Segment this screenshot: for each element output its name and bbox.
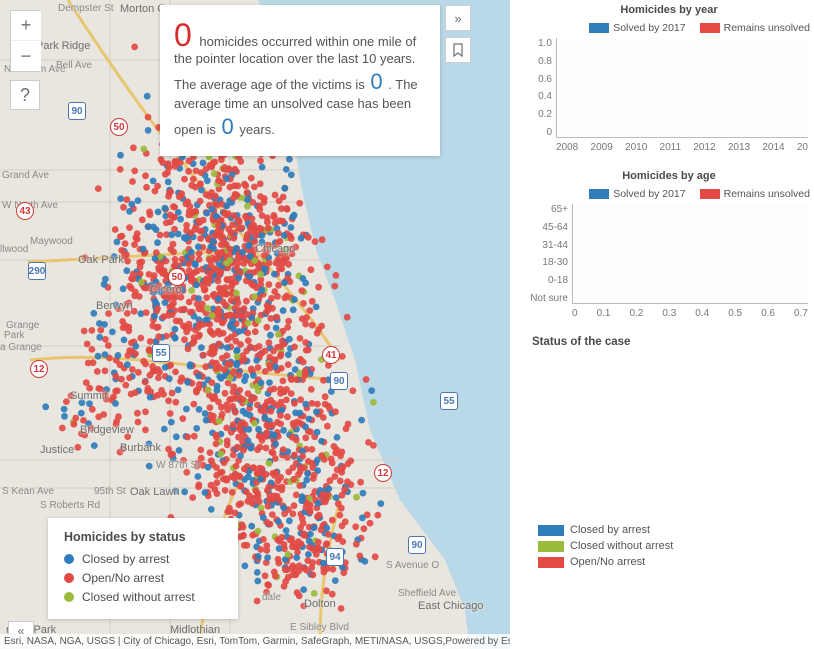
legend-row: Open/No arrest bbox=[538, 556, 814, 568]
chart-by-year-legend: Solved by 2017 Remains unsolved bbox=[524, 22, 814, 34]
zoom-out-button[interactable]: − bbox=[11, 41, 41, 71]
map-attribution: Esri, NASA, NGA, USGS | City of Chicago,… bbox=[0, 634, 510, 649]
legend-dot bbox=[64, 592, 74, 602]
legend-swatch bbox=[538, 541, 564, 552]
axis-tick: 0.2 bbox=[522, 109, 552, 120]
open-years: 0 bbox=[220, 114, 236, 139]
axis-tick: 0.3 bbox=[662, 308, 676, 324]
axis-tick: 0.6 bbox=[522, 74, 552, 85]
axis-tick: 0 bbox=[572, 308, 578, 324]
axis-tick: 0.7 bbox=[794, 308, 808, 324]
axis-tick: 0.1 bbox=[597, 308, 611, 324]
legend-label: Closed without arrest bbox=[570, 540, 673, 552]
chart-panel: Homicides by year Solved by 2017 Remains… bbox=[510, 0, 814, 649]
chart-by-age: Homicides by age Solved by 2017 Remains … bbox=[524, 170, 814, 324]
axis-tick: Not sure bbox=[522, 293, 568, 304]
map-legend: Homicides by status Closed by arrest Open… bbox=[48, 518, 238, 619]
axis-tick: 65+ bbox=[522, 204, 568, 215]
chart-status-legend: Closed by arrest Closed without arrest Ope… bbox=[524, 524, 814, 568]
axis-tick: 0.5 bbox=[728, 308, 742, 324]
axis-tick: 2013 bbox=[728, 142, 750, 158]
axis-tick: 2014 bbox=[762, 142, 784, 158]
legend-row: Closed by arrest bbox=[538, 524, 814, 536]
legend-label: Closed without arrest bbox=[82, 590, 195, 604]
chart-by-year-plot[interactable]: 1.00.80.60.40.20 20082009201020112012201… bbox=[556, 38, 814, 158]
chart-status-plot[interactable] bbox=[524, 348, 814, 518]
legend-swatch bbox=[538, 557, 564, 568]
legend-row: Closed without arrest bbox=[538, 540, 814, 552]
map-legend-title: Homicides by status bbox=[64, 530, 222, 544]
legend-row: Closed without arrest bbox=[64, 590, 222, 604]
axis-tick: 0.2 bbox=[629, 308, 643, 324]
axis-tick: 1.0 bbox=[522, 38, 552, 49]
chart-status-title: Status of the case bbox=[532, 336, 814, 348]
map-zoom-controls: + − ? bbox=[10, 10, 40, 110]
help-button[interactable]: ? bbox=[10, 80, 40, 110]
axis-tick: 0.4 bbox=[695, 308, 709, 324]
legend-swatch bbox=[538, 525, 564, 536]
legend-row: Open/No arrest bbox=[64, 571, 222, 585]
axis-tick: 2008 bbox=[556, 142, 578, 158]
axis-tick: 0.4 bbox=[522, 91, 552, 102]
info-text-3: years. bbox=[239, 122, 274, 137]
attribution-powered: Powered by Esri bbox=[445, 636, 510, 647]
legend-swatch bbox=[700, 23, 720, 33]
legend-label: Open/No arrest bbox=[82, 571, 164, 585]
axis-tick: 31-44 bbox=[522, 240, 568, 251]
chart-by-age-plot[interactable]: 65+45-6431-4418-300-18Not sure 00.10.20.… bbox=[572, 204, 814, 324]
avg-age: 0 bbox=[368, 69, 384, 94]
zoom-in-button[interactable]: + bbox=[11, 11, 41, 41]
axis-tick: 2011 bbox=[660, 142, 682, 158]
axis-tick: 45-64 bbox=[522, 222, 568, 233]
legend-row: Closed by arrest bbox=[64, 552, 222, 566]
collapse-card-button[interactable]: » bbox=[445, 5, 471, 31]
chart-by-year-title: Homicides by year bbox=[524, 4, 814, 16]
axis-tick: 2010 bbox=[625, 142, 647, 158]
map-panel[interactable]: Dempster StMorton GroveSkokiePark RidgeN… bbox=[0, 0, 510, 649]
axis-tick: 20 bbox=[797, 142, 808, 158]
info-card: 0 homicides occurred within one mile of … bbox=[160, 5, 440, 156]
legend-dot bbox=[64, 554, 74, 564]
legend-label: Closed by arrest bbox=[570, 524, 650, 536]
bookmark-button[interactable] bbox=[445, 37, 471, 63]
axis-tick: 18-30 bbox=[522, 257, 568, 268]
chart-by-age-legend: Solved by 2017 Remains unsolved bbox=[524, 188, 814, 200]
axis-tick: 0 bbox=[522, 127, 552, 138]
axis-tick: 0-18 bbox=[522, 275, 568, 286]
legend-swatch bbox=[700, 189, 720, 199]
axis-tick: 0.8 bbox=[522, 56, 552, 67]
homicide-count: 0 bbox=[174, 17, 192, 53]
axis-tick: 2009 bbox=[591, 142, 613, 158]
legend-swatch bbox=[589, 23, 609, 33]
chart-by-year: Homicides by year Solved by 2017 Remains… bbox=[524, 4, 814, 158]
legend-label: Open/No arrest bbox=[570, 556, 645, 568]
attribution-sources: Esri, NASA, NGA, USGS | City of Chicago,… bbox=[4, 636, 445, 647]
legend-swatch bbox=[589, 189, 609, 199]
chart-status: Status of the case Closed by arrestClose… bbox=[524, 336, 814, 568]
legend-dot bbox=[64, 573, 74, 583]
axis-tick: 2012 bbox=[693, 142, 715, 158]
legend-label: Closed by arrest bbox=[82, 552, 169, 566]
axis-tick: 0.6 bbox=[761, 308, 775, 324]
chart-by-age-title: Homicides by age bbox=[524, 170, 814, 182]
